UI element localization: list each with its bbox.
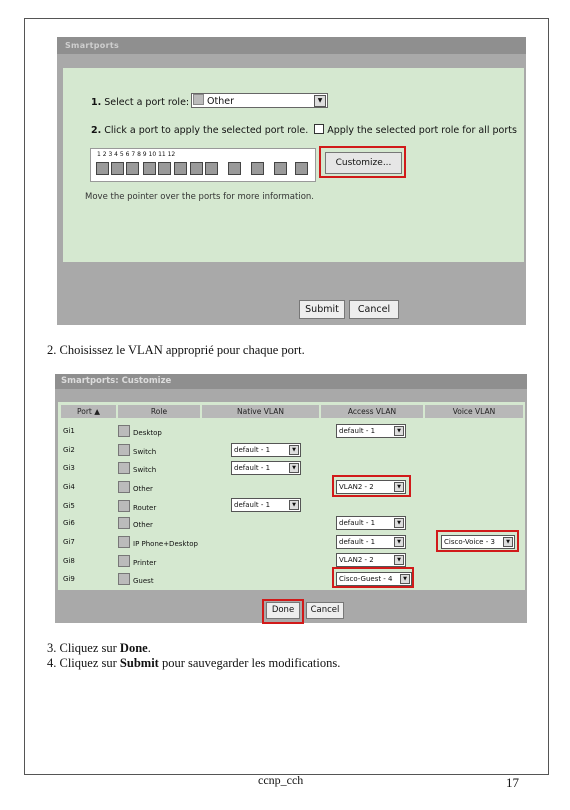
- row-role: Switch: [118, 444, 156, 456]
- submit-button[interactable]: Submit: [299, 300, 345, 319]
- port-10-icon[interactable]: [251, 162, 264, 175]
- header-port[interactable]: Port ▲: [61, 405, 116, 418]
- port-5-icon[interactable]: [158, 162, 171, 175]
- ip-phone-icon: [118, 536, 130, 548]
- port-3-icon[interactable]: [126, 162, 139, 175]
- done-highlight: [262, 599, 304, 624]
- other-icon: [118, 481, 130, 493]
- chevron-down-icon: ▼: [289, 445, 299, 455]
- port-11-icon[interactable]: [274, 162, 287, 175]
- cancel-button[interactable]: Cancel: [306, 602, 344, 619]
- other-icon: [118, 517, 130, 529]
- access-vlan-select[interactable]: default - 1 ▼: [336, 424, 406, 438]
- switch-icon: [118, 462, 130, 474]
- step2-label: 2. Click a port to apply the selected po…: [91, 124, 517, 136]
- port-1-icon[interactable]: [96, 162, 109, 175]
- customize-title: Smartports: Customize: [55, 374, 527, 389]
- chevron-down-icon: ▼: [394, 426, 404, 436]
- access-vlan-select[interactable]: default - 1 ▼: [336, 516, 406, 530]
- caption-step-4: 4. Cliquez sur Submit pour sauvegarder l…: [47, 656, 341, 670]
- row-role: Guest: [118, 573, 154, 585]
- apply-all-checkbox[interactable]: [314, 124, 325, 134]
- access-vlan-select[interactable]: default - 1 ▼: [336, 535, 406, 549]
- port-role-select[interactable]: Other ▼: [191, 93, 328, 108]
- chevron-down-icon: ▼: [289, 463, 299, 473]
- row-role: IP Phone+Desktop: [118, 536, 198, 548]
- row-role: Switch: [118, 462, 156, 474]
- port-12-icon[interactable]: [295, 162, 308, 175]
- row-role: Printer: [118, 555, 156, 567]
- header-role: Role: [118, 405, 200, 418]
- caption-step-3: 3. Cliquez sur Done.: [47, 641, 151, 655]
- chevron-down-icon: ▼: [289, 500, 299, 510]
- access-vlan-select[interactable]: VLAN2 - 2 ▼: [336, 553, 406, 567]
- guest-vlan-highlight: [332, 567, 414, 588]
- port-2-icon[interactable]: [111, 162, 124, 175]
- row-port: Gi8: [63, 557, 75, 565]
- switch-icon: [118, 444, 130, 456]
- port-numbers: 1 2 3 4 5 6 7 8 9 10 11 12: [97, 151, 176, 158]
- port-8-icon[interactable]: [205, 162, 218, 175]
- port-9-icon[interactable]: [228, 162, 241, 175]
- row-port: Gi2: [63, 446, 75, 454]
- role-icon: [193, 94, 204, 105]
- row-port: Gi3: [63, 464, 75, 472]
- smartports-panel: 1. Select a port role: Other ▼ 2. Click …: [63, 68, 524, 262]
- row-port: Gi7: [63, 538, 75, 546]
- row-port: Gi9: [63, 575, 75, 583]
- row-port: Gi6: [63, 519, 75, 527]
- customize-screenshot: Smartports: Customize Port ▲ Role Native…: [55, 374, 527, 624]
- desktop-icon: [118, 425, 130, 437]
- footer-left: ccnp_cch: [258, 773, 304, 787]
- chevron-down-icon: ▼: [394, 518, 404, 528]
- row-role: Other: [118, 517, 153, 529]
- row-port: Gi1: [63, 427, 75, 435]
- native-vlan-select[interactable]: default - 1 ▼: [231, 461, 301, 475]
- header-voice-vlan: Voice VLAN: [425, 405, 523, 418]
- chevron-down-icon: ▼: [394, 555, 404, 565]
- chevron-down-icon: ▼: [314, 95, 326, 107]
- customize-highlight: [319, 146, 406, 178]
- smartports-screenshot: Smartports 1. Select a port role: Other …: [57, 37, 526, 325]
- port-panel: 1 2 3 4 5 6 7 8 9 10 11 12: [90, 148, 316, 182]
- chevron-down-icon: ▼: [394, 537, 404, 547]
- header-access-vlan: Access VLAN: [321, 405, 423, 418]
- hint-text: Move the pointer over the ports for more…: [85, 192, 314, 202]
- port-4-icon[interactable]: [143, 162, 156, 175]
- voice-vlan-highlight: [436, 530, 519, 552]
- access-vlan-highlight: [332, 475, 411, 497]
- router-icon: [118, 500, 130, 512]
- row-port: Gi5: [63, 502, 75, 510]
- row-role: Other: [118, 481, 153, 493]
- native-vlan-select[interactable]: default - 1 ▼: [231, 443, 301, 457]
- cancel-button[interactable]: Cancel: [349, 300, 399, 319]
- printer-icon: [118, 555, 130, 567]
- row-port: Gi4: [63, 483, 75, 491]
- step1-label: 1. Select a port role:: [91, 97, 190, 108]
- guest-icon: [118, 573, 130, 585]
- smartports-title: Smartports: [57, 37, 526, 54]
- customize-table: Port ▲ Role Native VLAN Access VLAN Voic…: [58, 402, 525, 590]
- native-vlan-select[interactable]: default - 1 ▼: [231, 498, 301, 512]
- caption-step-2: 2. Choisissez le VLAN approprié pour cha…: [47, 343, 305, 357]
- port-7-icon[interactable]: [190, 162, 203, 175]
- row-role: Desktop: [118, 425, 162, 437]
- header-native-vlan: Native VLAN: [202, 405, 319, 418]
- page-number: 17: [506, 775, 519, 790]
- port-6-icon[interactable]: [174, 162, 187, 175]
- row-role: Router: [118, 500, 156, 512]
